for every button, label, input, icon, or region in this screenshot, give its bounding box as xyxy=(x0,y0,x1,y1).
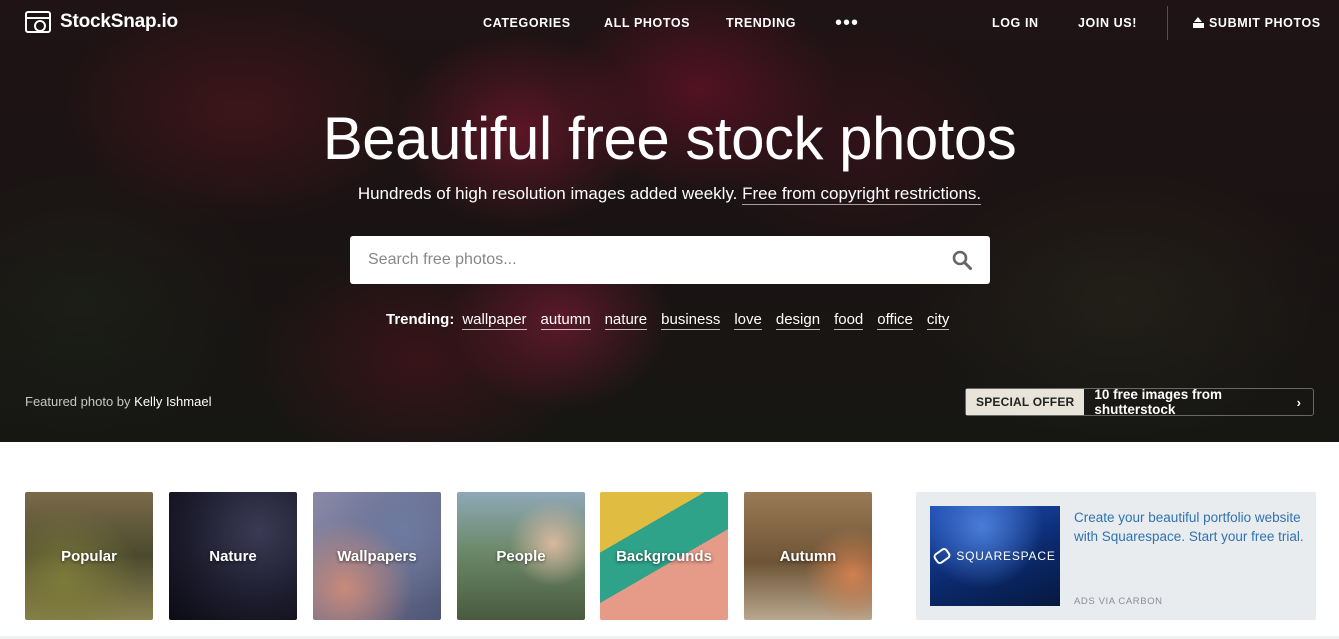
search-input[interactable] xyxy=(368,236,928,284)
trending-tags: Trending: wallpaper autumn nature busine… xyxy=(386,311,963,330)
search-bar xyxy=(350,236,990,284)
trending-label: Trending: xyxy=(386,311,455,328)
category-backgrounds[interactable]: Backgrounds xyxy=(600,492,728,620)
category-autumn[interactable]: Autumn xyxy=(744,492,872,620)
submit-photos-label: SUBMIT PHOTOS xyxy=(1209,16,1321,30)
carbon-ad: SQUARESPACE Create your beautiful portfo… xyxy=(916,492,1316,620)
category-label: Nature xyxy=(209,547,257,565)
category-popular[interactable]: Popular xyxy=(25,492,153,620)
top-nav: StockSnap.io CATEGORIES ALL PHOTOS TREND… xyxy=(0,0,1339,46)
hero-banner xyxy=(0,0,1339,442)
category-nature[interactable]: Nature xyxy=(169,492,297,620)
chevron-right-icon: › xyxy=(1296,394,1301,410)
offer-text: 10 free images from shutterstock xyxy=(1094,387,1222,417)
ad-image[interactable]: SQUARESPACE xyxy=(930,506,1060,606)
camera-icon xyxy=(25,11,51,33)
ad-link[interactable]: Create your beautiful portfolio website … xyxy=(1074,508,1304,546)
nav-categories[interactable]: CATEGORIES xyxy=(483,16,571,30)
nav-join[interactable]: JOIN US! xyxy=(1078,16,1137,30)
search-icon[interactable] xyxy=(952,250,972,270)
trending-tag[interactable]: food xyxy=(834,311,864,330)
featured-prefix: Featured photo by xyxy=(25,394,131,409)
upload-icon xyxy=(1193,17,1204,28)
offer-badge: SPECIAL OFFER xyxy=(966,389,1085,415)
hero-headline: Beautiful free stock photos xyxy=(322,105,1017,172)
category-label: Backgrounds xyxy=(616,547,712,565)
trending-tag[interactable]: business xyxy=(661,311,721,330)
category-label: Wallpapers xyxy=(337,547,417,565)
trending-tag[interactable]: love xyxy=(734,311,762,330)
trending-tag[interactable]: office xyxy=(877,311,913,330)
trending-tag[interactable]: design xyxy=(775,311,821,330)
trending-tag[interactable]: wallpaper xyxy=(462,311,527,330)
category-label: Popular xyxy=(61,547,117,565)
nav-all-photos[interactable]: ALL PHOTOS xyxy=(604,16,690,30)
ads-via-carbon-link[interactable]: ADS VIA CARBON xyxy=(1074,596,1163,607)
category-wallpapers[interactable]: Wallpapers xyxy=(313,492,441,620)
ad-brand: SQUARESPACE xyxy=(956,549,1056,563)
featured-author-link[interactable]: Kelly Ishmael xyxy=(134,394,211,409)
brand-name: StockSnap.io xyxy=(60,11,178,32)
subline-text: Hundreds of high resolution images added… xyxy=(357,184,738,203)
site-logo[interactable]: StockSnap.io xyxy=(25,11,178,33)
nav-divider xyxy=(1167,6,1168,40)
squarespace-logo-icon xyxy=(932,546,953,566)
trending-tag[interactable]: city xyxy=(926,311,950,330)
special-offer-banner[interactable]: SPECIAL OFFER 10 free images from shutte… xyxy=(965,387,1314,417)
trending-tag[interactable]: nature xyxy=(604,311,648,330)
category-label: People xyxy=(496,547,546,565)
nav-log-in[interactable]: LOG IN xyxy=(992,16,1039,30)
featured-credit: Featured photo by Kelly Ishmael xyxy=(25,394,211,409)
category-label: Autumn xyxy=(779,547,837,565)
submit-photos-button[interactable]: SUBMIT PHOTOS xyxy=(1193,16,1321,30)
category-people[interactable]: People xyxy=(457,492,585,620)
copyright-link[interactable]: Free from copyright restrictions. xyxy=(742,184,982,205)
hero-subline: Hundreds of high resolution images added… xyxy=(0,184,1339,205)
more-menu-icon[interactable]: ••• xyxy=(835,13,859,33)
trending-tag[interactable]: autumn xyxy=(540,311,591,330)
nav-trending[interactable]: TRENDING xyxy=(726,16,796,30)
